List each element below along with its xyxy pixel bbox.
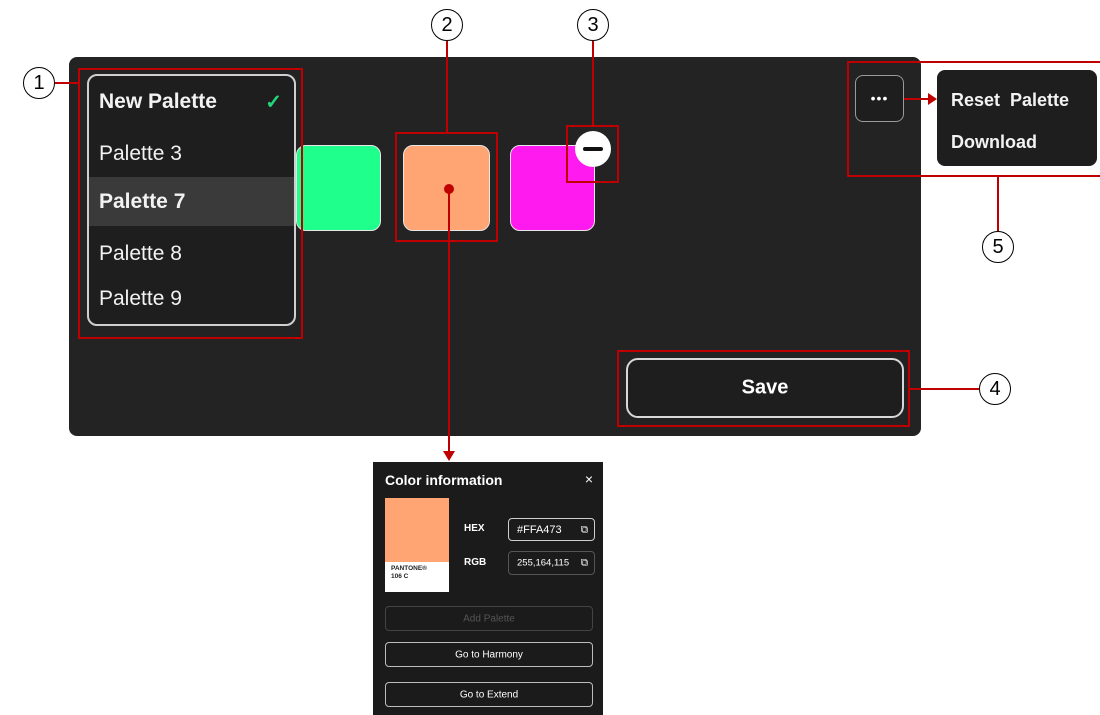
connector-line bbox=[904, 98, 930, 100]
highlight-box-save bbox=[617, 350, 910, 427]
go-to-extend-button[interactable]: Go to Extend bbox=[385, 682, 593, 707]
hex-label: HEX bbox=[464, 523, 485, 534]
color-preview-swatch bbox=[385, 498, 449, 562]
popup-title: Color information bbox=[385, 472, 503, 488]
copy-icon[interactable]: ⧉ bbox=[581, 558, 588, 569]
annotation-badge-3: 3 bbox=[577, 9, 609, 41]
add-palette-button[interactable]: Add Palette bbox=[385, 606, 593, 631]
pantone-code: 106 C bbox=[391, 573, 409, 580]
hex-value: #FFA473 bbox=[517, 523, 562, 536]
annotation-badge-4: 4 bbox=[979, 373, 1011, 405]
color-information-panel: Color information × PANTONE® 106 C HEX #… bbox=[373, 462, 603, 715]
connector-line bbox=[997, 177, 999, 231]
go-to-extend-label: Go to Extend bbox=[459, 689, 519, 700]
highlight-box-dropdown bbox=[78, 68, 303, 339]
annotation-badge-5: 5 bbox=[982, 231, 1014, 263]
close-icon[interactable]: × bbox=[585, 471, 593, 487]
pantone-card: PANTONE® 106 C bbox=[385, 562, 449, 592]
connector-line bbox=[54, 82, 80, 84]
connector-line bbox=[910, 388, 979, 390]
annotation-badge-1: 1 bbox=[23, 67, 55, 99]
highlight-box-remove bbox=[566, 125, 619, 183]
connector-line bbox=[448, 189, 450, 453]
arrow-head bbox=[928, 93, 937, 105]
pantone-label: PANTONE® bbox=[391, 565, 427, 572]
arrow-head bbox=[443, 451, 455, 461]
rgb-label: RGB bbox=[464, 557, 487, 568]
connector-line bbox=[592, 40, 594, 126]
go-to-harmony-button[interactable]: Go to Harmony bbox=[385, 642, 593, 667]
add-palette-label: Add Palette bbox=[463, 613, 515, 624]
highlight-box-menu bbox=[847, 61, 1100, 177]
rgb-field[interactable]: 255,164,115 ⧉ bbox=[508, 551, 595, 575]
arrow-origin-dot bbox=[444, 184, 454, 194]
swatch-green[interactable] bbox=[296, 145, 381, 231]
copy-icon[interactable]: ⧉ bbox=[581, 524, 588, 535]
rgb-value: 255,164,115 bbox=[517, 557, 570, 569]
go-to-harmony-label: Go to Harmony bbox=[455, 649, 523, 660]
hex-field[interactable]: #FFA473 ⧉ bbox=[508, 518, 595, 541]
annotation-badge-2: 2 bbox=[431, 9, 463, 41]
connector-line bbox=[446, 40, 448, 133]
